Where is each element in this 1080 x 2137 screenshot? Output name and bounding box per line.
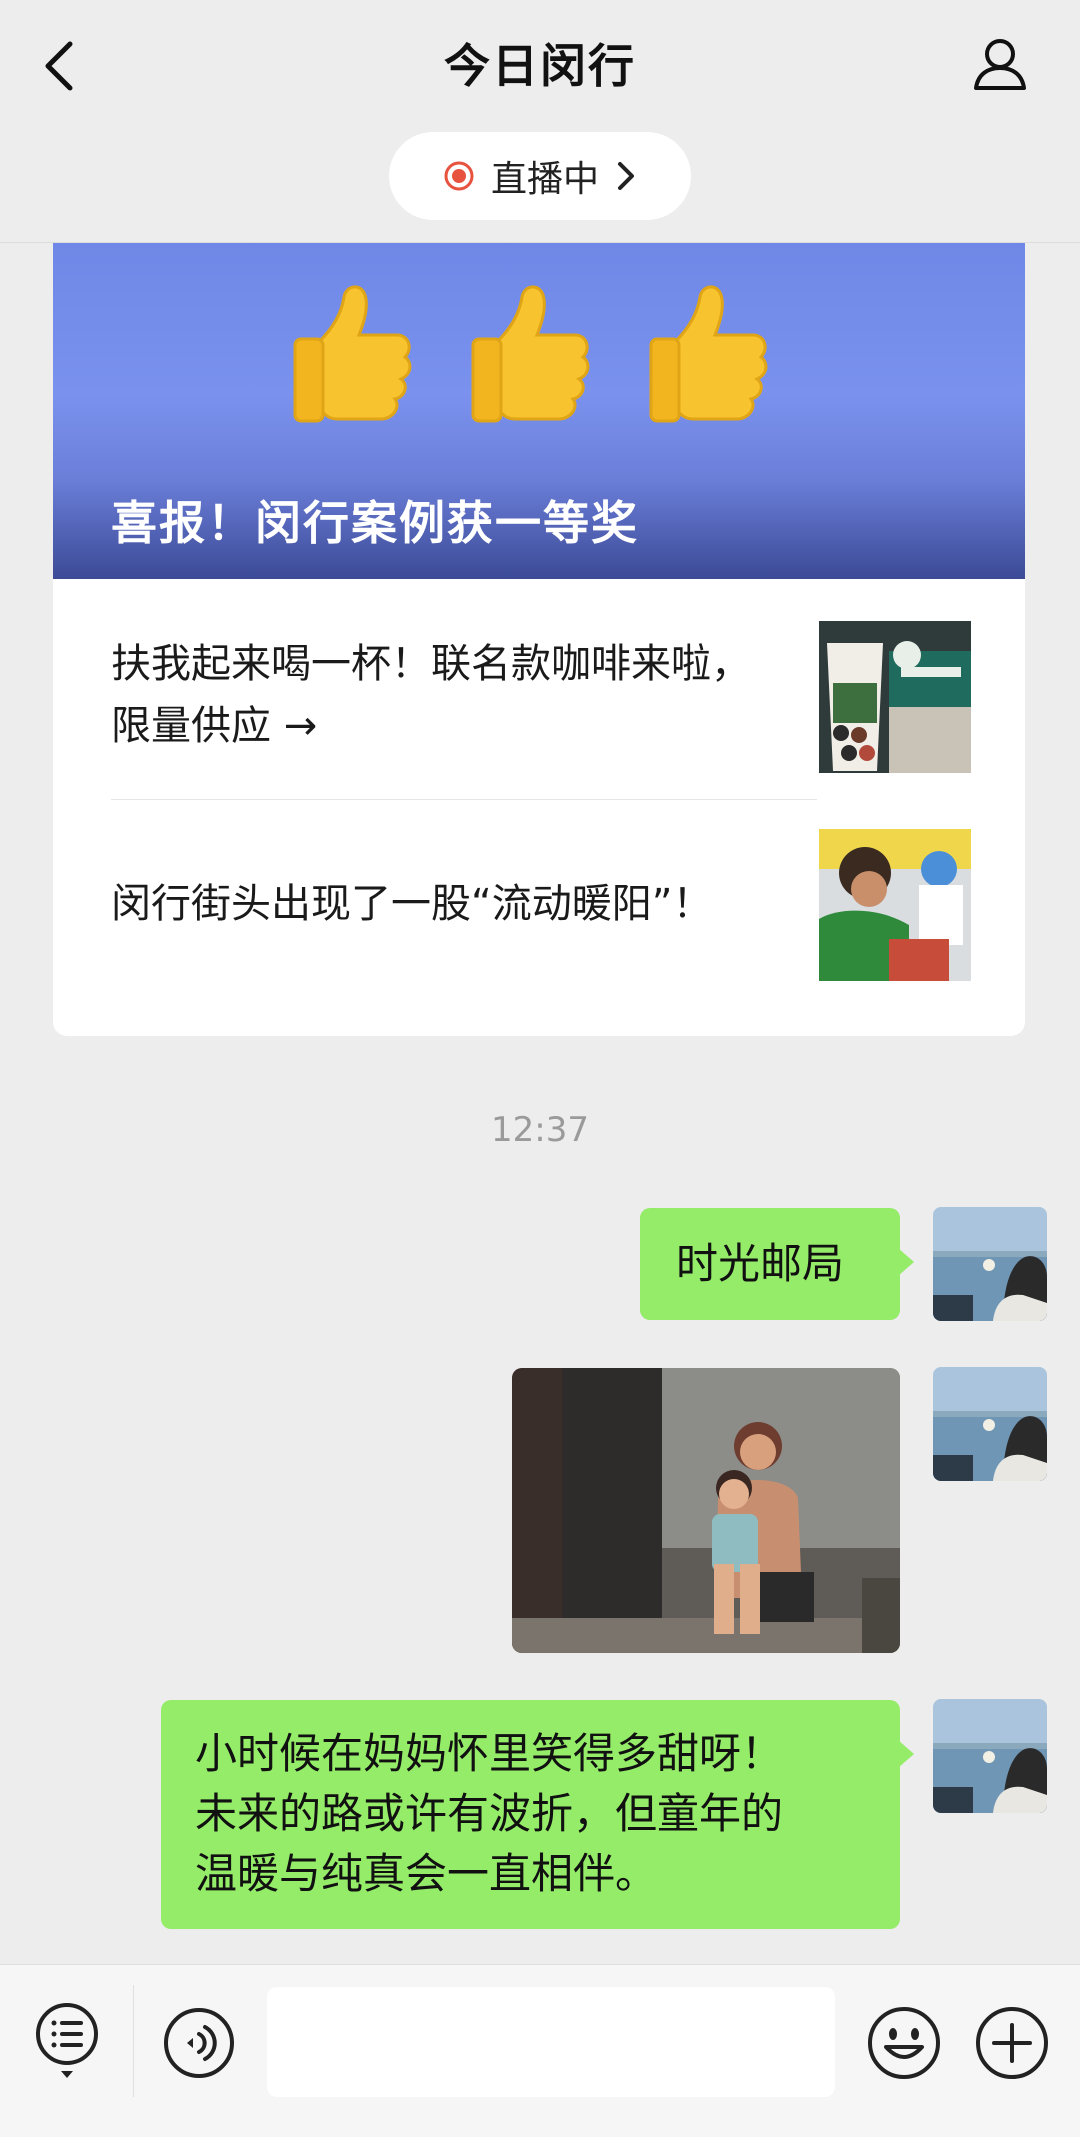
article-item-coffee[interactable]: 扶我起来喝一杯！联名款咖啡来啦，限量供应 →: [111, 621, 971, 781]
plus-icon: [976, 2007, 1048, 2079]
page-title: 今日闵行: [444, 39, 636, 93]
avatar[interactable]: [933, 1699, 1047, 1813]
voice-button[interactable]: [163, 2007, 235, 2079]
message-bubble[interactable]: 时光邮局: [640, 1208, 914, 1320]
message-text: 小时候在妈妈怀里笑得多甜呀！ 未来的路或许有波折，但童年的 温暖与纯真会一直相伴…: [195, 1729, 784, 1898]
thumbs-up-icon: [649, 285, 768, 423]
live-label: 直播中: [490, 159, 599, 200]
article-thumbnail: [819, 621, 971, 773]
thumbs-up-icon: [293, 285, 412, 423]
chat-screen: 今日闵行 直播中 喜报！闵行案例获一等奖 扶我起来喝一杯！联名款咖啡来啦，限量供…: [0, 0, 1080, 2137]
article-divider: [111, 799, 817, 800]
message-text: 时光邮局: [676, 1239, 845, 1288]
menu-list-icon: [36, 2003, 98, 2078]
message-bubble[interactable]: 小时候在妈妈怀里笑得多甜呀！ 未来的路或许有波折，但童年的 温暖与纯真会一直相伴…: [161, 1700, 914, 1929]
live-button[interactable]: 直播中: [389, 132, 691, 220]
message-input[interactable]: [267, 1987, 835, 2097]
banner-article[interactable]: 喜报！闵行案例获一等奖: [53, 243, 1025, 579]
article-title: 扶我起来喝一杯！联名款咖啡来啦，限量供应 →: [111, 641, 751, 749]
input-bar: [0, 1964, 1080, 2137]
photo-message[interactable]: [512, 1368, 900, 1653]
voice-icon: [164, 2008, 234, 2078]
article-title: 闵行街头出现了一股“流动暖阳”！: [111, 881, 713, 927]
article-thumbnail: [819, 829, 971, 981]
menu-button[interactable]: [34, 2001, 100, 2081]
avatar[interactable]: [933, 1367, 1047, 1481]
live-bar: 直播中: [0, 110, 1080, 243]
emoji-button[interactable]: [866, 2005, 942, 2081]
article-card: 喜报！闵行案例获一等奖 扶我起来喝一杯！联名款咖啡来啦，限量供应 → 闵行街头出…: [53, 243, 1025, 1036]
profile-icon: [974, 39, 1026, 90]
avatar[interactable]: [933, 1207, 1047, 1321]
live-dot-icon: [444, 161, 474, 191]
chevron-right-icon: [618, 162, 634, 190]
thumbs-row: [289, 277, 789, 427]
emoji-icon: [868, 2007, 940, 2079]
article-item-sunshine[interactable]: 闵行街头出现了一股“流动暖阳”！: [111, 829, 971, 981]
banner-title: 喜报！闵行案例获一等奖: [111, 496, 639, 550]
input-divider: [133, 1985, 134, 2097]
profile-button[interactable]: [970, 34, 1030, 94]
message-timestamp: 12:37: [491, 1110, 589, 1150]
plus-button[interactable]: [974, 2005, 1050, 2081]
thumbs-up-icon: [471, 285, 590, 423]
